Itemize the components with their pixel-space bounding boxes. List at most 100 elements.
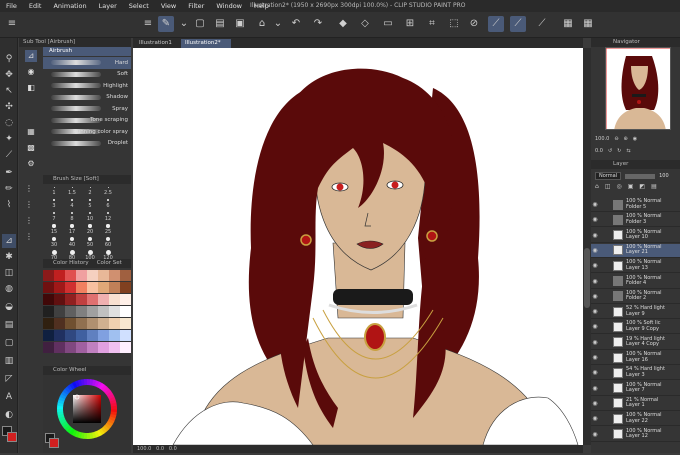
brush-size-option[interactable]: 40 [63, 236, 81, 248]
hue-segment[interactable] [57, 408, 64, 413]
color-swatch[interactable] [54, 294, 65, 305]
save-icon[interactable]: ▣ [232, 16, 248, 32]
color-swatch[interactable] [65, 342, 76, 353]
navigator-tab[interactable]: Navigator [613, 38, 640, 47]
crop-icon[interactable]: ⌗ [424, 16, 440, 32]
color-swatch[interactable] [109, 318, 120, 329]
eye-icon[interactable]: ◉ [591, 323, 599, 330]
tab-illustration1[interactable]: Illustration1 [135, 39, 176, 48]
opacity-slider[interactable] [625, 173, 656, 179]
opacity-value[interactable]: 100 [659, 173, 669, 179]
color-swatch[interactable] [76, 330, 87, 341]
subtool-item[interactable]: Highlight [43, 80, 131, 92]
fill-icon[interactable]: ◆ [335, 16, 351, 32]
layer-tab[interactable]: Layer [591, 160, 680, 169]
color-swatch[interactable] [109, 294, 120, 305]
brush-size-option[interactable]: 15 [45, 223, 63, 235]
position-value[interactable]: 0.0 [169, 446, 177, 452]
snap-grid-icon[interactable]: ⟋ [534, 16, 550, 32]
menu-icon[interactable]: ≡ [140, 16, 156, 32]
brush-size-option[interactable]: 3 [45, 197, 63, 209]
color-swatch[interactable] [54, 282, 65, 293]
text-icon[interactable]: A [2, 390, 16, 404]
brush-size-option[interactable]: 2.5 [99, 184, 117, 196]
brush-size-option[interactable]: 60 [99, 236, 117, 248]
color-swatch[interactable] [54, 330, 65, 341]
brush-size-option[interactable]: 1 [45, 184, 63, 196]
eye-icon[interactable]: ◉ [591, 201, 599, 208]
eye-icon[interactable]: ◉ [591, 400, 599, 407]
color-swatch[interactable] [43, 282, 54, 293]
color-swatch[interactable] [109, 270, 120, 281]
settings-icon[interactable]: ⚙ [25, 158, 37, 170]
eye-icon[interactable]: ◉ [591, 415, 599, 422]
color-swatch[interactable] [87, 270, 98, 281]
brush-icon[interactable]: ⌇ [2, 198, 16, 212]
subtool-item[interactable]: Tone scraping [43, 115, 131, 127]
brush-size-option[interactable]: 25 [99, 223, 117, 235]
grid-icon-2[interactable]: ⋮ [25, 200, 33, 209]
color-swatch[interactable] [87, 342, 98, 353]
snap-icon[interactable]: ⊘ [466, 16, 482, 32]
vertical-scrollbar[interactable] [583, 48, 591, 445]
eye-icon[interactable]: ◉ [591, 431, 599, 438]
hue-segment[interactable] [86, 432, 91, 439]
layer-folder-row[interactable]: ◉ 100 % Normal Folder 2 [591, 290, 680, 304]
layer-row[interactable]: ◉ 100 % Normal Layer 10 [591, 229, 680, 243]
pencil-icon[interactable]: ✏ [2, 182, 16, 196]
scrollbar-thumb[interactable] [584, 248, 590, 308]
color-swatch[interactable] [109, 282, 120, 293]
color-set-tab[interactable]: Color Set [97, 259, 122, 268]
color-swatch[interactable] [76, 342, 87, 353]
color-swatch[interactable] [65, 318, 76, 329]
color-swatch[interactable] [98, 282, 109, 293]
color-swatch[interactable] [43, 294, 54, 305]
brush-size-option[interactable]: 12 [99, 210, 117, 222]
color-swatch[interactable] [120, 342, 131, 353]
layer-row[interactable]: ◉ 100 % Normal Layer 16 [591, 351, 680, 365]
layer-row[interactable]: ◉ 54 % Hard light Layer 3 [591, 366, 680, 381]
layer-row[interactable]: ◉ 100 % Normal Layer 21 [591, 243, 680, 258]
color-swatch[interactable] [109, 306, 120, 317]
tab-illustration2[interactable]: Illustration2* [181, 39, 231, 48]
eye-icon[interactable]: ◉ [591, 308, 599, 315]
eye-icon[interactable]: ◉ [591, 354, 599, 361]
lock-icon[interactable]: ⌂ [595, 183, 599, 193]
frame-icon[interactable]: ▥ [2, 354, 16, 368]
balloon-icon[interactable]: ◐ [2, 408, 16, 422]
subtool-item[interactable]: Hard [43, 57, 131, 69]
color-swatch[interactable] [43, 318, 54, 329]
color-swatch[interactable] [54, 270, 65, 281]
color-wheel-tab[interactable]: Color Wheel [43, 366, 131, 375]
nav-angle-value[interactable]: 0.0 [595, 148, 603, 154]
color-swatch[interactable] [120, 270, 131, 281]
color-swatch[interactable] [109, 342, 120, 353]
color-swatch[interactable] [65, 306, 76, 317]
color-swatch[interactable] [98, 330, 109, 341]
color-swatch[interactable] [98, 318, 109, 329]
watercolor-group-icon[interactable]: ◧ [25, 82, 37, 94]
flip-icon[interactable]: ⇆ [626, 148, 630, 154]
decoration-icon[interactable]: ✱ [2, 250, 16, 264]
spray-group-icon[interactable]: ▦ [25, 126, 37, 138]
layer-row[interactable]: ◉ 100 % Normal Layer 13 [591, 259, 680, 274]
grid-icon-3[interactable]: ⋮ [25, 216, 33, 225]
invert-icon[interactable]: ⊞ [402, 16, 418, 32]
layer-row[interactable]: ◉ 19 % Hard light Layer 4 Copy [591, 336, 680, 350]
operation-icon[interactable]: ↖ [2, 84, 16, 98]
brush-group-icon[interactable]: ◉ [25, 66, 37, 78]
navigator-preview[interactable] [605, 47, 671, 130]
color-swatch[interactable] [98, 306, 109, 317]
select-all-icon[interactable]: ⬚ [446, 16, 462, 32]
color-swatch[interactable] [98, 294, 109, 305]
color-swatch[interactable] [76, 318, 87, 329]
grid-icon-4[interactable]: ⋮ [25, 232, 33, 241]
blend-icon[interactable]: ◍ [2, 282, 16, 296]
menu-item-window[interactable]: Window [210, 0, 248, 12]
auto-select-icon[interactable]: ✦ [2, 132, 16, 146]
rotate-left-icon[interactable]: ↺ [608, 148, 612, 154]
eye-icon[interactable]: ◉ [591, 247, 599, 254]
color-swatch[interactable] [87, 306, 98, 317]
brush-size-option[interactable]: 8 [63, 210, 81, 222]
zoom-out-icon[interactable]: ⊖ [614, 136, 618, 142]
